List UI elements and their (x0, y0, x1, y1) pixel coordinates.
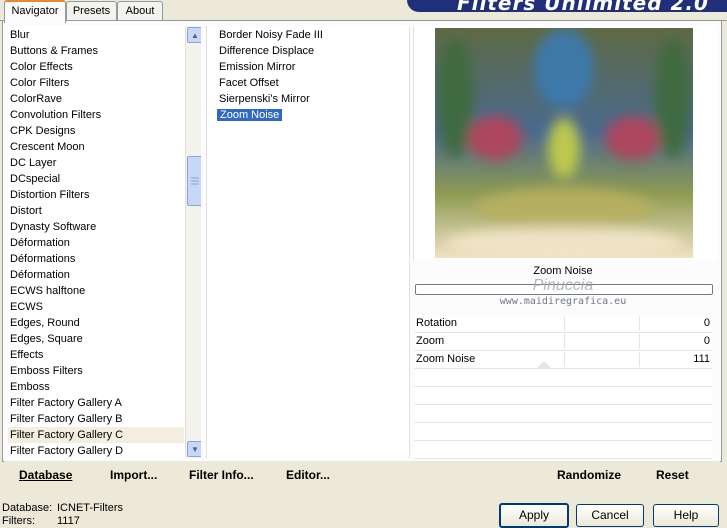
category-item[interactable]: Filter Factory Gallery B (8, 411, 184, 427)
param-empty-row (414, 441, 712, 459)
category-item[interactable]: Déformation (8, 267, 184, 283)
cancel-button[interactable]: Cancel (576, 504, 644, 527)
filter-item[interactable]: Difference Displace (217, 43, 407, 59)
param-value: 0 (703, 335, 710, 347)
category-item[interactable]: Color Effects (8, 59, 184, 75)
randomize-button[interactable]: Randomize (557, 468, 621, 482)
slider-tick (564, 316, 565, 331)
category-item[interactable]: Edges, Square (8, 331, 184, 347)
apply-button[interactable]: Apply (499, 503, 569, 528)
preview-filter-name: Zoom Noise (533, 265, 593, 277)
category-item[interactable]: ECWS (8, 299, 184, 315)
param-empty-row (414, 405, 712, 423)
param-zoom[interactable]: Zoom 0 (414, 333, 712, 351)
import-button[interactable]: Import... (110, 468, 157, 482)
category-item[interactable]: Emboss Filters (8, 363, 184, 379)
slider-tick (639, 334, 640, 349)
category-item[interactable]: Blur (8, 27, 184, 43)
category-item[interactable]: DCspecial (8, 171, 184, 187)
tab-about[interactable]: About (117, 1, 163, 21)
param-label: Zoom (416, 335, 445, 347)
param-value: 0 (703, 317, 710, 329)
slider-tick (639, 316, 640, 331)
help-button[interactable]: Help (653, 504, 719, 527)
param-value: 111 (693, 353, 710, 365)
chevron-down-icon: ▼ (191, 444, 199, 454)
status-database-value: ICNET-Filters (57, 502, 123, 514)
category-item[interactable]: Emboss (8, 379, 184, 395)
watermark-url: www.maidiregrafica.eu (499, 296, 627, 307)
filter-list[interactable]: Border Noisy Fade III Difference Displace… (206, 26, 410, 458)
slider-tick (564, 352, 565, 367)
param-empty-row (414, 423, 712, 441)
filter-items: Border Noisy Fade III Difference Displace… (215, 27, 407, 123)
filter-item[interactable]: Zoom Noise (215, 107, 407, 123)
filter-item[interactable]: Sierpenski's Mirror (217, 91, 407, 107)
category-item[interactable]: Color Filters (8, 75, 184, 91)
grip-icon (191, 177, 199, 185)
category-item[interactable]: Convolution Filters (8, 107, 184, 123)
category-item[interactable]: Dynasty Software (8, 219, 184, 235)
preview-frame (413, 26, 717, 260)
slider-tick (564, 334, 565, 349)
param-label: Zoom Noise (416, 353, 476, 365)
editor-button[interactable]: Editor... (286, 468, 330, 482)
category-item[interactable]: Déformations (8, 251, 184, 267)
reset-button[interactable]: Reset (656, 468, 689, 482)
title-banner: Filters Unlimited 2.0 (407, 0, 727, 12)
watermark-name: Pinuccia (532, 277, 594, 294)
param-label: Rotation (416, 317, 457, 329)
banner-title: Filters Unlimited 2.0 (457, 0, 709, 12)
status-filters-label: Filters: (2, 515, 35, 527)
category-item[interactable]: DC Layer (8, 155, 184, 171)
category-item[interactable]: Filter Factory Gallery D (8, 443, 184, 458)
tab-presets[interactable]: Presets (66, 1, 117, 21)
category-item[interactable]: ColorRave (8, 91, 184, 107)
chevron-up-icon: ▲ (191, 30, 199, 40)
category-scrollbar[interactable]: ▲ ▼ (185, 26, 201, 458)
category-item[interactable]: Edges, Round (8, 315, 184, 331)
slider-tick (639, 352, 640, 367)
filter-info-button[interactable]: Filter Info... (189, 468, 254, 482)
category-item[interactable]: CPK Designs (8, 123, 184, 139)
category-item[interactable]: Distortion Filters (8, 187, 184, 203)
category-item[interactable]: ECWS halftone (8, 283, 184, 299)
category-items: Blur Buttons & Frames Color Effects Color F… (8, 27, 184, 458)
category-item[interactable]: Buttons & Frames (8, 43, 184, 59)
category-item[interactable]: Effects (8, 347, 184, 363)
filter-item-label: Zoom Noise (215, 108, 284, 122)
filter-item[interactable]: Emission Mirror (217, 59, 407, 75)
scroll-up-button[interactable]: ▲ (187, 27, 201, 43)
filter-item[interactable]: Facet Offset (217, 75, 407, 91)
status-filters-value: 1117 (57, 515, 80, 527)
tab-navigator[interactable]: Navigator (4, 0, 66, 23)
preview-image (435, 28, 693, 258)
param-zoom-noise[interactable]: Zoom Noise 111 (414, 351, 712, 369)
category-item[interactable]: Déformation (8, 235, 184, 251)
scroll-down-button[interactable]: ▼ (187, 441, 201, 457)
category-item[interactable]: Distort (8, 203, 184, 219)
category-item[interactable]: Filter Factory Gallery A (8, 395, 184, 411)
category-item[interactable]: Filter Factory Gallery C (8, 427, 184, 443)
param-rotation[interactable]: Rotation 0 (414, 315, 712, 333)
scroll-thumb[interactable] (187, 156, 201, 206)
status-database-label: Database: (2, 502, 53, 514)
database-button[interactable]: Database (19, 468, 72, 482)
param-empty-row (414, 387, 712, 405)
slider-pointer-icon[interactable] (536, 360, 552, 369)
filter-item[interactable]: Border Noisy Fade III (217, 27, 407, 43)
param-empty-row (414, 369, 712, 387)
category-list[interactable]: Blur Buttons & Frames Color Effects Color F… (8, 26, 201, 458)
category-item[interactable]: Crescent Moon (8, 139, 184, 155)
